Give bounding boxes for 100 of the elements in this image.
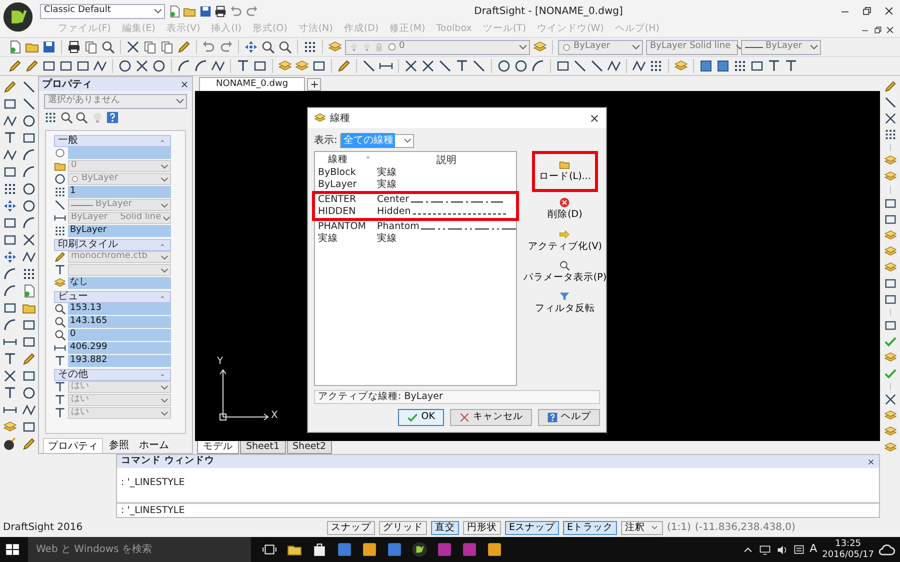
magnifier-icon[interactable] (75, 111, 88, 124)
help-icon[interactable] (106, 111, 119, 124)
arc-icon[interactable] (2, 318, 16, 332)
cross-icon[interactable] (22, 233, 36, 247)
start-button[interactable] (5, 542, 20, 557)
cross-icon[interactable] (126, 40, 140, 54)
square-icon[interactable] (716, 59, 730, 73)
magnifier-icon[interactable] (101, 40, 115, 54)
pencil-icon[interactable] (337, 59, 351, 73)
rectangle-icon[interactable] (2, 216, 16, 230)
status-toggle[interactable]: 円形状 (463, 520, 501, 534)
section-header[interactable]: その他 (54, 368, 171, 380)
close-icon[interactable] (883, 5, 895, 17)
pencil-icon[interactable] (22, 352, 36, 366)
rectangle-icon[interactable] (76, 59, 90, 73)
command-input[interactable]: : '_LINESTYLE (117, 504, 879, 517)
sheet-tab[interactable]: Sheet2 (286, 441, 332, 454)
stacked-layers-icon[interactable] (674, 59, 688, 73)
stacked-layers-icon[interactable] (533, 40, 547, 54)
zigzag-icon[interactable] (93, 59, 107, 73)
zigzag-icon[interactable] (22, 250, 36, 264)
property-field[interactable]: 0 (68, 329, 171, 341)
panel-tab[interactable]: ホーム (135, 438, 173, 453)
property-field[interactable]: 153.13 (68, 303, 171, 315)
printer-icon[interactable] (214, 4, 227, 18)
arc-icon[interactable] (22, 165, 36, 179)
arc-icon[interactable] (22, 216, 36, 230)
dot-grid-icon[interactable] (733, 59, 747, 73)
dot-grid-icon[interactable] (44, 111, 57, 124)
redo-icon[interactable] (245, 4, 258, 18)
section-header[interactable]: 一般 (54, 134, 171, 146)
zigzag-icon[interactable] (2, 148, 16, 162)
panel-tab[interactable]: プロパティ (43, 438, 103, 453)
arc-icon[interactable] (22, 148, 36, 162)
rectangle-icon[interactable] (884, 276, 896, 290)
page-icon[interactable] (22, 284, 36, 298)
rectangle-icon[interactable] (884, 196, 896, 210)
zigzag-icon[interactable] (2, 114, 16, 128)
stacked-layers-icon[interactable] (884, 260, 896, 274)
ime-indicator[interactable]: A (810, 541, 818, 558)
layer-dropdown[interactable]: 0 (345, 40, 530, 54)
property-field[interactable]: なし (68, 277, 171, 289)
panel-tab[interactable]: 参照 (105, 438, 133, 453)
shopping-bag-icon[interactable] (312, 542, 326, 557)
rectangle-icon[interactable] (22, 335, 36, 349)
cross-icon[interactable] (404, 59, 418, 73)
close-icon[interactable] (885, 24, 895, 34)
zigzag-icon[interactable] (211, 59, 225, 73)
cross-icon[interactable] (135, 59, 149, 73)
rectangle-icon[interactable] (2, 97, 16, 111)
stacked-layers-icon[interactable] (884, 244, 896, 258)
four-arrows-icon[interactable] (2, 250, 16, 264)
speaker-icon[interactable] (776, 544, 788, 556)
stacked-layers-icon[interactable] (328, 40, 342, 54)
stacked-layers-icon[interactable] (295, 59, 309, 73)
pages-icon[interactable] (160, 40, 174, 54)
checkmark-icon[interactable] (884, 366, 896, 380)
printer-icon[interactable] (67, 40, 81, 54)
app-tile-icon[interactable] (486, 542, 502, 557)
undo-icon[interactable] (202, 40, 216, 54)
stacked-layers-icon[interactable] (884, 425, 896, 438)
status-toggle[interactable]: スナップ (327, 520, 375, 534)
sheet-tab[interactable]: モデル (197, 441, 239, 454)
magnifier-icon[interactable] (278, 40, 292, 54)
pencil-icon[interactable] (884, 80, 896, 93)
pages-icon[interactable] (143, 40, 157, 54)
column-header[interactable]: 説明 (436, 155, 457, 166)
zigzag-icon[interactable] (632, 59, 646, 73)
message-icon[interactable] (792, 544, 805, 556)
action-button[interactable]: アクティブ化(V) (526, 228, 604, 255)
t-shape-icon[interactable] (2, 352, 16, 366)
close-icon[interactable] (589, 112, 600, 124)
annotation-dropdown[interactable]: 注釈 (621, 520, 664, 534)
linetype-dropdown[interactable]: ByLayer Solid line (646, 40, 738, 54)
status-toggle[interactable]: グリッド (379, 520, 427, 534)
circle-icon[interactable] (497, 59, 511, 73)
new-tab-button[interactable] (307, 78, 322, 91)
magnifier-icon[interactable] (60, 111, 72, 124)
four-arrows-icon[interactable] (2, 199, 16, 213)
redo-icon[interactable] (219, 40, 233, 54)
app-tile-icon[interactable] (436, 542, 452, 557)
circle-icon[interactable] (22, 386, 36, 400)
search-field[interactable]: Web と Windows を検索 (28, 537, 251, 562)
clock-time[interactable]: 13:25 (835, 538, 862, 550)
t-shape-icon[interactable] (767, 59, 781, 73)
arc-icon[interactable] (531, 59, 545, 73)
action-button[interactable]: フィルタ反転 (532, 290, 597, 318)
cross-icon[interactable] (884, 112, 896, 125)
app-logo-icon[interactable] (412, 542, 426, 557)
app-tile-icon[interactable] (362, 542, 376, 557)
stacked-layers-icon[interactable] (2, 420, 16, 434)
property-field[interactable]: 406.299 (68, 342, 171, 354)
rectangle-icon[interactable] (884, 318, 896, 332)
action-button[interactable]: 削除(D) (546, 196, 584, 224)
zigzag-icon[interactable] (22, 403, 36, 417)
cloud-icon[interactable] (879, 542, 895, 558)
monitor-icon[interactable] (758, 544, 771, 556)
dialog-button[interactable]: OK (398, 409, 444, 426)
t-shape-icon[interactable] (2, 131, 16, 145)
t-shape-icon[interactable] (784, 59, 798, 73)
